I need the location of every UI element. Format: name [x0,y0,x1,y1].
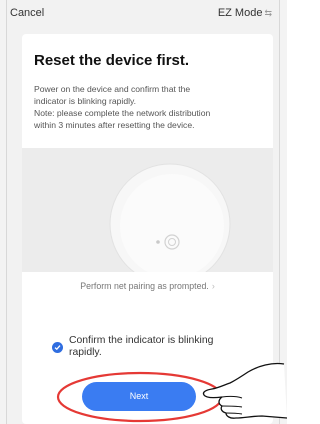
instruction-text: Power on the device and confirm that the… [34,83,262,131]
top-bar: Cancel EZ Mode ⇆ [6,0,278,26]
instruction-line: indicator is blinking rapidly. [34,96,137,106]
chevron-right-icon: › [211,281,215,291]
pairing-link-label: Perform net pairing as prompted. [80,281,209,291]
device-illustration [22,148,273,272]
page-title: Reset the device first. [34,52,190,69]
check-icon[interactable] [52,342,63,353]
pairing-link[interactable]: Perform net pairing as prompted. › [22,281,273,291]
indicator-light [156,240,160,244]
instruction-line: Power on the device and confirm that the [34,84,191,94]
ez-mode-switch[interactable]: EZ Mode ⇆ [218,7,272,19]
pointing-hand-icon [202,362,287,419]
mode-label: EZ Mode [217,7,263,19]
instruction-line: within 3 minutes after resetting the dev… [34,120,195,130]
instruction-line: Note: please complete the network distri… [34,108,211,118]
confirm-label: Confirm the indicator is blinking rapidl… [69,335,259,359]
confirm-line: Confirm the indicator is blinking [69,335,214,346]
switch-icon: ⇆ [264,8,272,18]
cancel-button[interactable]: Cancel [10,7,44,19]
